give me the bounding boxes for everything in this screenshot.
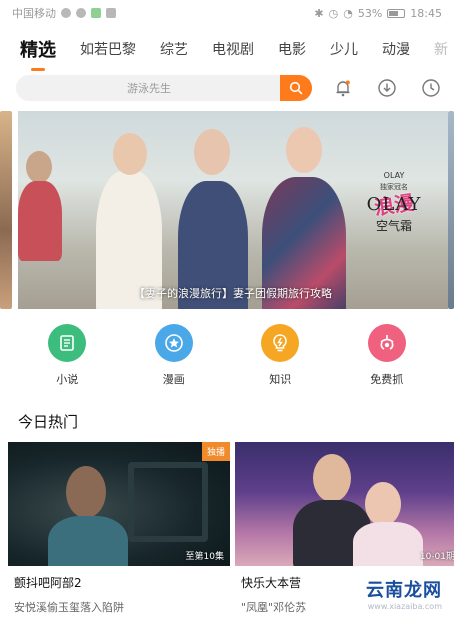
banner-figure-middle-head: [194, 129, 230, 175]
banner-carousel[interactable]: 浪漫 OLAY 独家冠名 OLAY 空气霜 【妻子的浪漫旅行】妻子团假期旅行攻略: [18, 111, 448, 309]
video-subtitle: 安悦溪偷玉玺落入陷阱: [14, 601, 124, 614]
watermark: 云南龙网 www.xiazaiba.com: [366, 576, 442, 611]
status-left: 中国移动: [12, 5, 116, 21]
quick-entry-comics-label: 漫画: [162, 373, 185, 386]
thumb-figure-head: [313, 454, 351, 502]
sponsor-brand: OLAY: [366, 194, 422, 215]
star-badge-icon: [164, 334, 183, 352]
quick-entry-knowledge-label: 知识: [269, 373, 292, 386]
search-box[interactable]: [16, 75, 312, 101]
battery-percent: 53%: [357, 6, 383, 20]
clock: 18:45: [410, 6, 442, 20]
video-title[interactable]: 颤抖吧阿部2: [8, 574, 230, 591]
message-icon: [61, 8, 71, 18]
channel-tabs: 精选 如若巴黎 综艺 电视剧 电影 少儿 动漫 新: [0, 32, 454, 72]
sponsor-label: 独家冠名: [380, 183, 408, 191]
history-icon: [422, 79, 440, 97]
exclusive-badge: 独播: [201, 442, 230, 461]
quick-entry-novel[interactable]: 小说: [27, 324, 107, 390]
banner-figure-right-head: [286, 127, 322, 173]
thumb-figure-head-2: [365, 482, 401, 526]
watermark-url: www.xiazaiba.com: [367, 602, 442, 611]
knowledge-circle: [261, 324, 300, 362]
search-input[interactable]: [16, 81, 312, 95]
quick-entry-comics[interactable]: 漫画: [134, 324, 214, 390]
search-icon: [289, 81, 303, 95]
quick-entry-novel-label: 小说: [56, 373, 79, 386]
sponsor-brand-small: OLAY: [383, 171, 405, 180]
section-title: 今日热门: [18, 413, 79, 431]
quick-entry-knowledge[interactable]: 知识: [240, 324, 320, 390]
quick-entry-free-claw-label: 免费抓: [370, 373, 404, 386]
tab-new[interactable]: 新: [434, 32, 448, 59]
tab-featured[interactable]: 精选: [20, 32, 56, 62]
quick-entry-free-claw[interactable]: 免费抓: [347, 324, 427, 390]
history-button[interactable]: [418, 75, 444, 101]
bulb-icon: [273, 334, 288, 352]
wechat-icon: [76, 8, 86, 18]
thumb-figure-head: [66, 466, 106, 518]
download-icon: [378, 79, 396, 97]
tab-ruruo-paris[interactable]: 如若巴黎: [80, 32, 136, 59]
watermark-main: 云南龙网: [366, 580, 442, 601]
thumb-figure-body: [48, 516, 128, 566]
banner-bg-person: [26, 151, 52, 183]
carrier-label: 中国移动: [12, 7, 56, 20]
notification-bell-button[interactable]: [330, 75, 356, 101]
status-bar: 中国移动 ✱ ◷ ◔ 53% 18:45: [0, 0, 454, 26]
wifi-icon: ◔: [343, 6, 353, 20]
episode-label: 10-01期: [419, 552, 454, 562]
book-icon: [60, 335, 75, 351]
banner-next-peek[interactable]: [448, 111, 454, 309]
battery-icon: [387, 8, 406, 18]
tab-variety[interactable]: 综艺: [160, 32, 188, 59]
alarm-icon: ◷: [328, 6, 339, 20]
banner-figure-left-head: [113, 133, 147, 175]
status-right: ✱ ◷ ◔ 53% 18:45: [314, 7, 442, 20]
free-claw-circle: [367, 324, 406, 362]
comics-circle: [154, 324, 193, 362]
tab-anime[interactable]: 动漫: [382, 32, 410, 59]
banner-prev-peek[interactable]: [0, 111, 12, 309]
video-thumbnail[interactable]: 10-01期: [235, 442, 454, 566]
search-row: [16, 74, 446, 102]
sponsor-product: 空气霜: [375, 219, 412, 233]
sponsor-block: OLAY 独家冠名 OLAY 空气霜: [354, 171, 434, 234]
quick-entries: 小说 漫画 知识 免费抓: [0, 324, 454, 390]
claw-icon: [380, 335, 394, 350]
video-card[interactable]: 独播 至第10集 颤抖吧阿部2 安悦溪偷玉玺落入陷阱: [8, 442, 230, 620]
app-notification-icon: [106, 8, 116, 18]
bluetooth-icon: ✱: [314, 6, 324, 20]
tab-kids[interactable]: 少儿: [330, 32, 358, 59]
thumb-figure-body-2: [353, 522, 423, 566]
tab-tv-series[interactable]: 电视剧: [212, 32, 254, 59]
banner-caption: 【妻子的浪漫旅行】妻子团假期旅行攻略: [134, 287, 332, 300]
banner-bg-person-body: [18, 181, 62, 261]
video-thumbnail[interactable]: 独播 至第10集: [8, 442, 230, 566]
novel-circle: [48, 324, 87, 362]
tab-movies[interactable]: 电影: [278, 32, 306, 59]
bell-icon: [336, 80, 350, 97]
thumb-lattice: [128, 462, 208, 542]
search-button[interactable]: [280, 75, 312, 101]
download-button[interactable]: [374, 75, 400, 101]
notification-icon: [91, 8, 101, 18]
episode-label: 至第10集: [185, 552, 224, 562]
